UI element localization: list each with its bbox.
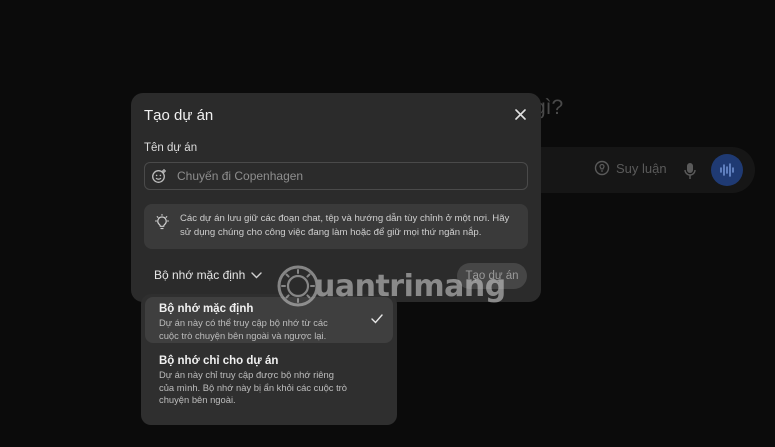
close-icon (514, 108, 526, 120)
memory-dropdown[interactable]: Bộ nhớ mặc định (154, 268, 262, 282)
bulb-circle-icon (594, 160, 610, 176)
chevron-down-icon (251, 271, 262, 278)
menu-item-description: Dự án này chỉ truy cập được bộ nhớ riêng… (159, 369, 348, 405)
menu-item-default-memory[interactable]: Bộ nhớ mặc định Dự án này có thể truy cậ… (145, 297, 393, 343)
project-info-box: Các dự án lưu giữ các đoạn chat, tệp và … (144, 204, 528, 249)
menu-item-title: Bộ nhớ mặc định (159, 303, 254, 315)
mic-icon[interactable] (683, 162, 697, 180)
menu-item-description: Dự án này có thể truy cập bộ nhớ từ các … (159, 317, 328, 341)
dialog-title: Tạo dự án (144, 107, 214, 124)
reason-button[interactable]: Suy luận (594, 160, 667, 176)
project-name-label: Tên dự án (144, 142, 198, 154)
project-name-input[interactable] (175, 168, 527, 184)
checkmark-icon (371, 314, 383, 324)
memory-dropdown-label: Bộ nhớ mặc định (154, 268, 246, 282)
memory-options-menu: Bộ nhớ mặc định Dự án này có thể truy cậ… (141, 294, 397, 425)
project-name-field (144, 162, 528, 190)
menu-item-project-only-memory[interactable]: Bộ nhớ chỉ cho dự án Dự án này chỉ truy … (145, 349, 393, 413)
emoji-add-icon[interactable] (151, 168, 167, 184)
reason-label: Suy luận (616, 160, 667, 176)
voice-mode-button[interactable] (711, 154, 743, 186)
create-project-dialog: Tạo dự án Tên dự án Các dự án lưu giữ cá… (131, 93, 541, 302)
info-text: Các dự án lưu giữ các đoạn chat, tệp và … (180, 213, 510, 238)
menu-item-title: Bộ nhớ chỉ cho dự án (159, 355, 279, 367)
create-project-button[interactable]: Tạo dự án (457, 263, 527, 289)
lightbulb-icon (154, 214, 170, 230)
close-button[interactable] (511, 105, 529, 123)
waveform-icon (720, 163, 734, 177)
